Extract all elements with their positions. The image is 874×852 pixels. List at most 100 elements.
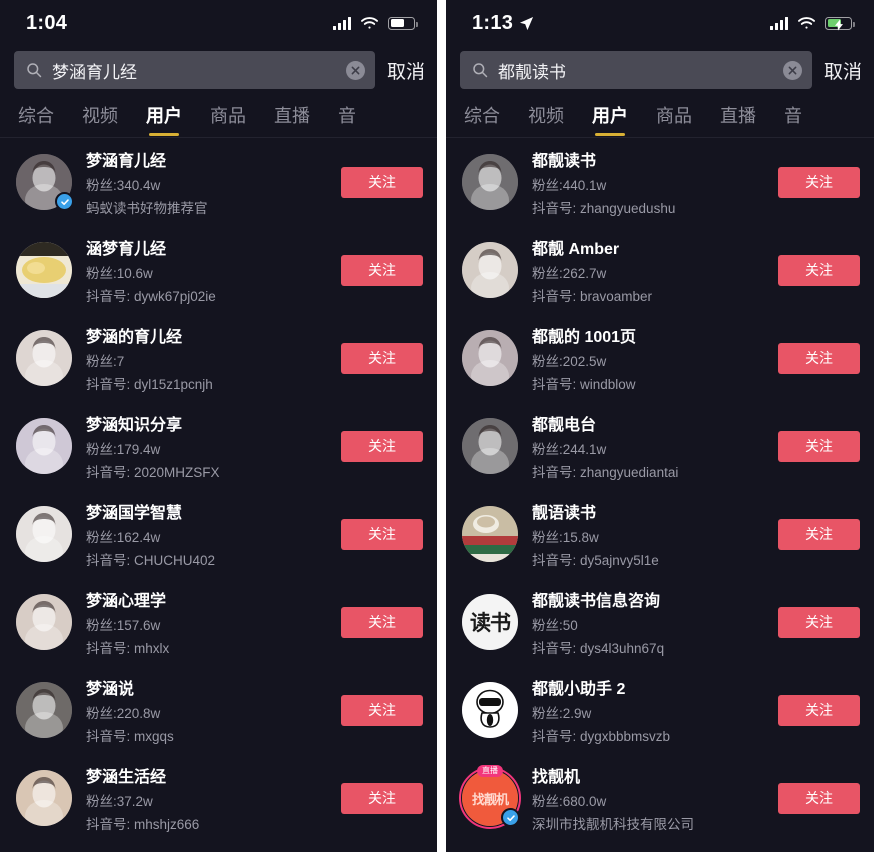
user-row[interactable]: 都靓的 1001页 粉丝:202.5w 抖音号: windblow 关注 bbox=[446, 314, 874, 402]
user-name: 梦涵国学智慧 bbox=[86, 505, 183, 522]
follow-button[interactable]: 关注 bbox=[341, 342, 423, 374]
tab-left-1[interactable]: 视频 bbox=[82, 102, 118, 137]
user-row[interactable]: 梦涵育儿经 粉丝:340.4w 蚂蚁读书好物推荐官 关注 bbox=[0, 138, 437, 226]
cancel-search-button-right[interactable]: 取消 bbox=[822, 57, 862, 84]
tab-left-2[interactable]: 用户 bbox=[146, 102, 182, 137]
avatar-wrapper[interactable] bbox=[462, 154, 518, 210]
user-subtitle: 抖音号: zhangyuedushu bbox=[532, 201, 676, 216]
user-row[interactable]: 梦涵国学智慧 粉丝:162.4w 抖音号: CHUCHU402 关注 bbox=[0, 490, 437, 578]
user-row[interactable]: 都靓电台 粉丝:244.1w 抖音号: zhangyuediantai 关注 bbox=[446, 402, 874, 490]
user-row[interactable]: 梦涵知识分享 粉丝:179.4w 抖音号: 2020MHZSFX 关注 bbox=[0, 402, 437, 490]
follow-button[interactable]: 关注 bbox=[778, 430, 860, 462]
user-fans-count: 粉丝:37.2w bbox=[86, 794, 153, 809]
user-fans-count: 粉丝:179.4w bbox=[86, 442, 161, 457]
avatar-wrapper[interactable] bbox=[16, 682, 72, 738]
avatar-wrapper[interactable]: 找靓机 直播 bbox=[459, 765, 521, 829]
tab-left-0[interactable]: 综合 bbox=[18, 102, 54, 137]
tab-right-4[interactable]: 直播 bbox=[720, 102, 756, 137]
avatar bbox=[462, 506, 518, 562]
user-row[interactable]: 涵梦育儿经 粉丝:10.6w 抖音号: dywk67pj02ie 关注 bbox=[0, 226, 437, 314]
user-meta: 都靓小助手 2 粉丝:2.9w 抖音号: dygxbbbmsvzb bbox=[532, 675, 764, 745]
user-row[interactable]: 读书 都靓读书信息咨询 粉丝:50 抖音号: dys4l3uhn67q 关注 bbox=[446, 578, 874, 666]
tab-right-2[interactable]: 用户 bbox=[592, 102, 628, 137]
user-row[interactable]: 梦涵说 粉丝:220.8w 抖音号: mxgqs 关注 bbox=[0, 666, 437, 754]
avatar-wrapper[interactable]: 读书 bbox=[462, 594, 518, 650]
avatar-wrapper[interactable] bbox=[462, 330, 518, 386]
user-row[interactable]: 梦涵的育儿经 粉丝:7 抖音号: dyl15z1pcnjh 关注 bbox=[0, 314, 437, 402]
user-row[interactable]: 都靓读书 粉丝:440.1w 抖音号: zhangyuedushu 关注 bbox=[446, 138, 874, 226]
avatar-wrapper[interactable] bbox=[462, 682, 518, 738]
user-row[interactable]: 靓语读书 粉丝:15.8w 抖音号: dy5ajnvy5l1e 关注 bbox=[446, 490, 874, 578]
follow-button[interactable]: 关注 bbox=[341, 694, 423, 726]
user-meta: 涵梦育儿经 粉丝:10.6w 抖音号: dywk67pj02ie bbox=[86, 235, 327, 305]
user-name: 涵梦育儿经 bbox=[86, 241, 167, 258]
user-subtitle: 抖音号: dy5ajnvy5l1e bbox=[532, 553, 659, 568]
status-clock-left: 1:04 bbox=[26, 11, 68, 34]
user-subtitle: 抖音号: mhshjz666 bbox=[86, 817, 200, 832]
follow-button[interactable]: 关注 bbox=[341, 166, 423, 198]
tab-right-1[interactable]: 视频 bbox=[528, 102, 564, 137]
avatar bbox=[16, 682, 72, 738]
avatar-wrapper[interactable] bbox=[16, 154, 74, 211]
user-meta: 找靓机 粉丝:680.0w 深圳市找靓机科技有限公司 bbox=[532, 763, 764, 833]
tab-left-5[interactable]: 音 bbox=[338, 102, 356, 137]
follow-button[interactable]: 关注 bbox=[778, 254, 860, 286]
tab-right-0[interactable]: 综合 bbox=[464, 102, 500, 137]
tab-right-3[interactable]: 商品 bbox=[656, 102, 692, 137]
user-name: 梦涵心理学 bbox=[86, 593, 167, 610]
avatar-wrapper[interactable] bbox=[16, 506, 72, 562]
tab-right-5[interactable]: 音 bbox=[784, 102, 802, 137]
user-meta: 都靓的 1001页 粉丝:202.5w 抖音号: windblow bbox=[532, 323, 764, 393]
follow-button[interactable]: 关注 bbox=[341, 430, 423, 462]
follow-button[interactable]: 关注 bbox=[778, 518, 860, 550]
follow-button[interactable]: 关注 bbox=[778, 342, 860, 374]
follow-button[interactable]: 关注 bbox=[778, 782, 860, 814]
user-fans-count: 粉丝:162.4w bbox=[86, 530, 161, 545]
user-row[interactable]: 都靓 Amber 粉丝:262.7w 抖音号: bravoamber 关注 bbox=[446, 226, 874, 314]
user-subtitle: 抖音号: dygxbbbmsvzb bbox=[532, 729, 671, 744]
user-fans-count: 粉丝:50 bbox=[532, 618, 578, 633]
user-result-list-left: 梦涵育儿经 粉丝:340.4w 蚂蚁读书好物推荐官 关注 涵梦育儿经 粉丝:10.6w 抖音… bbox=[0, 138, 437, 842]
user-row[interactable]: 找靓机 直播 找靓机 粉丝:680.0w 深圳市找靓机科技有限公司 关注 bbox=[446, 754, 874, 842]
avatar-wrapper[interactable] bbox=[16, 330, 72, 386]
avatar bbox=[16, 330, 72, 386]
search-tabs-left: 综合 视频 用户 商品 直播音 bbox=[0, 94, 437, 138]
follow-button[interactable]: 关注 bbox=[778, 694, 860, 726]
clear-search-button-right[interactable] bbox=[782, 60, 802, 80]
follow-button[interactable]: 关注 bbox=[341, 606, 423, 638]
search-icon bbox=[26, 62, 42, 78]
follow-button[interactable]: 关注 bbox=[778, 166, 860, 198]
avatar-wrapper[interactable] bbox=[462, 506, 518, 562]
phone-panel-left: 1:04 梦涵育儿经 取消综合 视频 用户 商品 直播音梦涵育儿经 粉丝:340.4w 蚂蚁读书… bbox=[0, 0, 437, 852]
follow-button[interactable]: 关注 bbox=[341, 782, 423, 814]
search-row-right: 都靓读书 取消 bbox=[446, 46, 874, 94]
avatar-wrapper[interactable] bbox=[462, 242, 518, 298]
user-meta: 靓语读书 粉丝:15.8w 抖音号: dy5ajnvy5l1e bbox=[532, 499, 764, 569]
search-input-left[interactable]: 梦涵育儿经 bbox=[14, 51, 375, 89]
clear-search-button-left[interactable] bbox=[345, 60, 365, 80]
user-fans-count: 粉丝:440.1w bbox=[532, 178, 607, 193]
cancel-search-button-left[interactable]: 取消 bbox=[385, 57, 425, 84]
avatar-wrapper[interactable] bbox=[16, 594, 72, 650]
wifi-icon-left bbox=[360, 16, 379, 30]
follow-button[interactable]: 关注 bbox=[341, 518, 423, 550]
tab-left-3[interactable]: 商品 bbox=[210, 102, 246, 137]
avatar bbox=[462, 154, 518, 210]
battery-icon-right bbox=[825, 16, 855, 31]
avatar-wrapper[interactable] bbox=[16, 770, 72, 826]
follow-button[interactable]: 关注 bbox=[341, 254, 423, 286]
user-name: 梦涵的育儿经 bbox=[86, 329, 183, 346]
user-row[interactable]: 都靓小助手 2 粉丝:2.9w 抖音号: dygxbbbmsvzb 关注 bbox=[446, 666, 874, 754]
follow-button[interactable]: 关注 bbox=[778, 606, 860, 638]
search-input-right[interactable]: 都靓读书 bbox=[460, 51, 812, 89]
user-fans-count: 粉丝:220.8w bbox=[86, 706, 161, 721]
user-row[interactable]: 梦涵生活经 粉丝:37.2w 抖音号: mhshjz666 关注 bbox=[0, 754, 437, 842]
avatar-wrapper[interactable] bbox=[16, 418, 72, 474]
tab-left-4[interactable]: 直播 bbox=[274, 102, 310, 137]
avatar bbox=[16, 594, 72, 650]
avatar-wrapper[interactable] bbox=[462, 418, 518, 474]
user-subtitle: 抖音号: dywk67pj02ie bbox=[86, 289, 216, 304]
user-row[interactable]: 梦涵心理学 粉丝:157.6w 抖音号: mhxlx 关注 bbox=[0, 578, 437, 666]
avatar-wrapper[interactable] bbox=[16, 242, 72, 298]
user-meta: 梦涵国学智慧 粉丝:162.4w 抖音号: CHUCHU402 bbox=[86, 499, 327, 569]
